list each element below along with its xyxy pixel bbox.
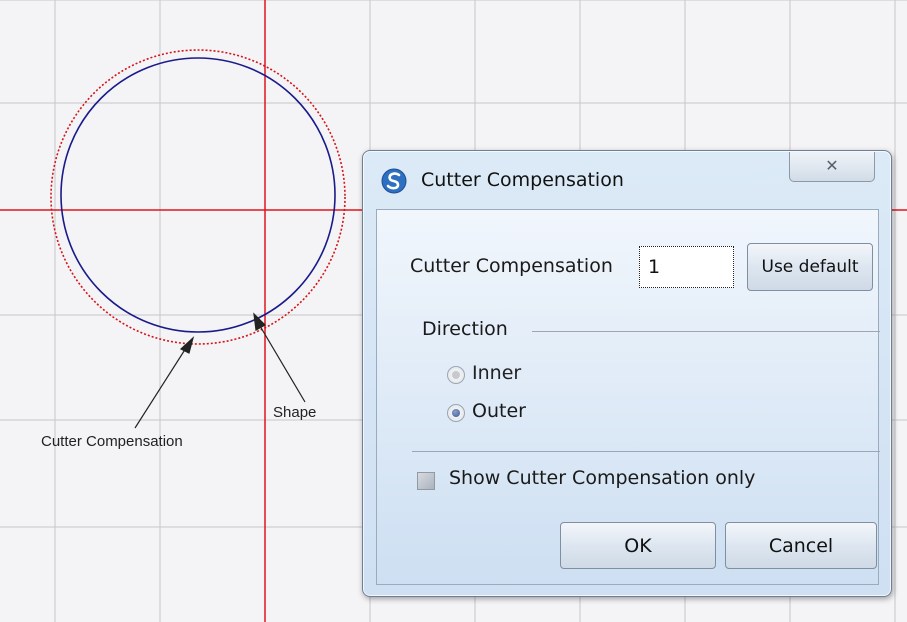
cutter-compensation-path — [50, 49, 346, 345]
outer-radio[interactable] — [447, 404, 465, 422]
ok-button[interactable]: OK — [560, 522, 716, 569]
shape-circle[interactable] — [60, 57, 336, 333]
inner-radio-label: Inner — [472, 362, 522, 384]
cancel-button[interactable]: Cancel — [725, 522, 877, 569]
dialog-title: Cutter Compensation — [421, 169, 624, 191]
show-only-checkbox[interactable] — [417, 472, 435, 490]
arrow-shape — [253, 312, 306, 403]
dialog-body: Cutter Compensation Use default Directio… — [376, 209, 880, 585]
dialog-titlebar[interactable]: Cutter Compensation ✕ — [363, 151, 891, 209]
outer-radio-label: Outer — [472, 400, 526, 422]
use-default-button[interactable]: Use default — [747, 243, 873, 291]
app-logo-icon — [381, 168, 407, 194]
arrow-cutter-compensation — [134, 336, 195, 429]
compensation-label: Cutter Compensation — [410, 255, 613, 277]
separator — [412, 451, 880, 452]
close-button[interactable]: ✕ — [789, 152, 875, 182]
show-only-label: Show Cutter Compensation only — [449, 467, 756, 489]
shape-annotation: Shape — [273, 404, 317, 421]
inner-radio[interactable] — [447, 366, 465, 384]
cutter-compensation-dialog: Cutter Compensation ✕ Cutter Compensatio… — [362, 150, 892, 597]
compensation-input[interactable] — [639, 246, 734, 288]
cutter-compensation-annotation: Cutter Compensation — [41, 433, 183, 450]
close-icon: ✕ — [825, 156, 839, 175]
direction-group-divider — [532, 331, 880, 332]
direction-group-label: Direction — [422, 318, 508, 340]
